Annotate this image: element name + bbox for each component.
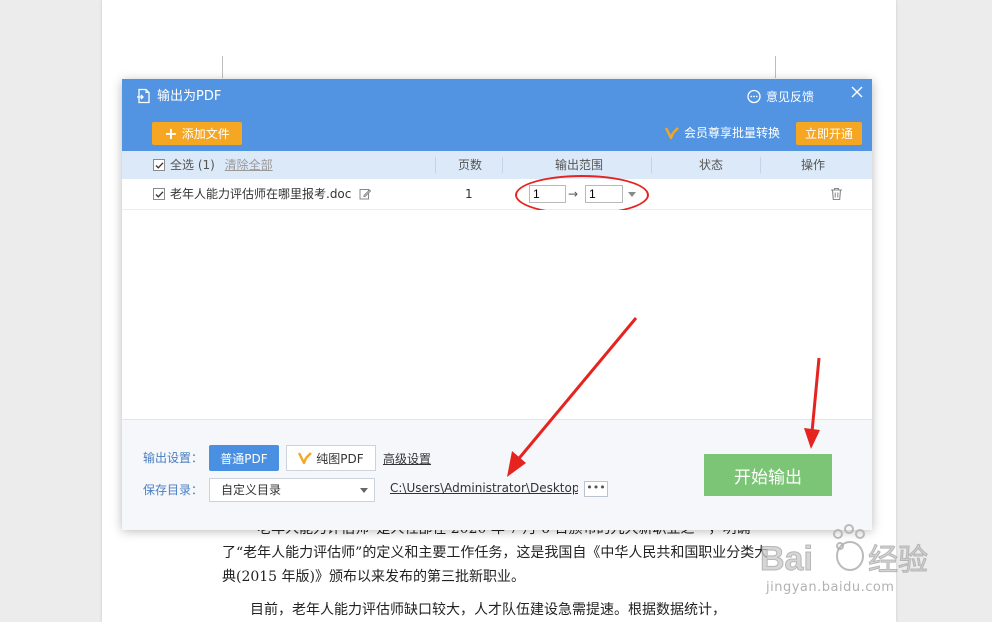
- select-all-label: 全选: [170, 158, 195, 172]
- margin-mark-right: [775, 56, 776, 78]
- range-to-input[interactable]: [585, 185, 623, 203]
- document-paragraph-2: 目前，老年人能力评估师缺口较大，人才队伍建设急需提速。根据数据统计，: [250, 602, 726, 618]
- feedback-label: 意见反馈: [766, 90, 815, 104]
- chat-bubble-icon: [747, 89, 761, 104]
- plus-icon: +: [164, 123, 178, 143]
- watermark-url: jingyan.baidu.com: [766, 580, 895, 595]
- advanced-settings-link[interactable]: 高级设置: [383, 450, 431, 467]
- row-checkbox[interactable]: [153, 188, 165, 200]
- save-dir-select[interactable]: 自定义目录: [209, 478, 375, 502]
- image-pdf-label: 纯图PDF: [316, 451, 364, 466]
- open-vip-button[interactable]: 立即开通: [796, 122, 862, 145]
- vip-v-icon: [298, 452, 313, 465]
- actions-header: 操作: [801, 158, 826, 172]
- select-all-checkbox[interactable]: [153, 159, 165, 171]
- dialog-footer: 输出设置： 普通PDF 纯图PDF 高级设置 保存目录： 自定义目录 C:\Us…: [122, 419, 872, 530]
- feedback-link[interactable]: 意见反馈: [746, 88, 814, 106]
- normal-pdf-button[interactable]: 普通PDF: [209, 445, 279, 471]
- range-from-input[interactable]: [529, 185, 566, 203]
- status-header: 状态: [699, 158, 724, 172]
- column-separator: [651, 157, 652, 173]
- save-dir-label: 保存目录：: [143, 483, 204, 497]
- margin-mark-left: [222, 56, 223, 78]
- dialog-header: 输出为PDF 意见反馈 + 添加文件 会员尊享批量转换 立即开通: [122, 79, 872, 151]
- range-dropdown-icon[interactable]: [628, 192, 636, 197]
- clear-all-link[interactable]: 清除全部: [225, 158, 273, 172]
- checkmark-icon: [155, 190, 163, 198]
- pdf-export-icon: [137, 88, 150, 104]
- svg-text:经验: 经验: [868, 544, 928, 577]
- select-count: (1): [197, 158, 215, 172]
- close-icon[interactable]: [850, 85, 864, 99]
- add-file-button[interactable]: + 添加文件: [152, 122, 242, 145]
- dialog-title: 输出为PDF: [157, 89, 222, 104]
- svg-text:Bai: Bai: [760, 540, 813, 578]
- range-header: 输出范围: [555, 158, 604, 172]
- export-pdf-dialog: 输出为PDF 意见反馈 + 添加文件 会员尊享批量转换 立即开通 全选 (1) …: [122, 79, 872, 530]
- file-name: 老年人能力评估师在哪里报考.doc: [170, 187, 352, 201]
- baidu-watermark-logo: Bai 经验: [760, 524, 929, 579]
- start-output-button[interactable]: 开始输出: [704, 454, 832, 496]
- rename-edit-icon[interactable]: [359, 188, 371, 200]
- browse-more-button[interactable]: •••: [584, 481, 608, 497]
- table-row: 老年人能力评估师在哪里报考.doc 1 →: [122, 179, 872, 210]
- add-file-label: 添加文件: [181, 127, 230, 141]
- file-table-header: 全选 (1) 清除全部 页数 输出范围 状态 操作: [122, 151, 872, 179]
- column-separator: [760, 157, 761, 173]
- save-path-link[interactable]: C:\Users\Administrator\Desktop\: [390, 481, 578, 495]
- save-dir-value: 自定义目录: [221, 483, 282, 497]
- column-separator: [435, 157, 436, 173]
- file-list-empty-area: [122, 210, 872, 419]
- vip-promo: 会员尊享批量转换: [665, 124, 780, 142]
- range-arrow-icon: →: [568, 187, 579, 201]
- trash-icon[interactable]: [830, 187, 843, 201]
- checkmark-icon: [155, 161, 163, 169]
- pages-header: 页数: [458, 158, 483, 172]
- vip-v-icon: [665, 127, 679, 140]
- output-settings-label: 输出设置：: [143, 451, 204, 465]
- column-separator: [502, 157, 503, 173]
- image-pdf-button[interactable]: 纯图PDF: [286, 445, 376, 471]
- page-count: 1: [465, 187, 473, 201]
- select-all-group: 全选 (1) 清除全部: [170, 151, 273, 179]
- vip-text: 会员尊享批量转换: [684, 126, 781, 140]
- chevron-down-icon: [360, 488, 368, 493]
